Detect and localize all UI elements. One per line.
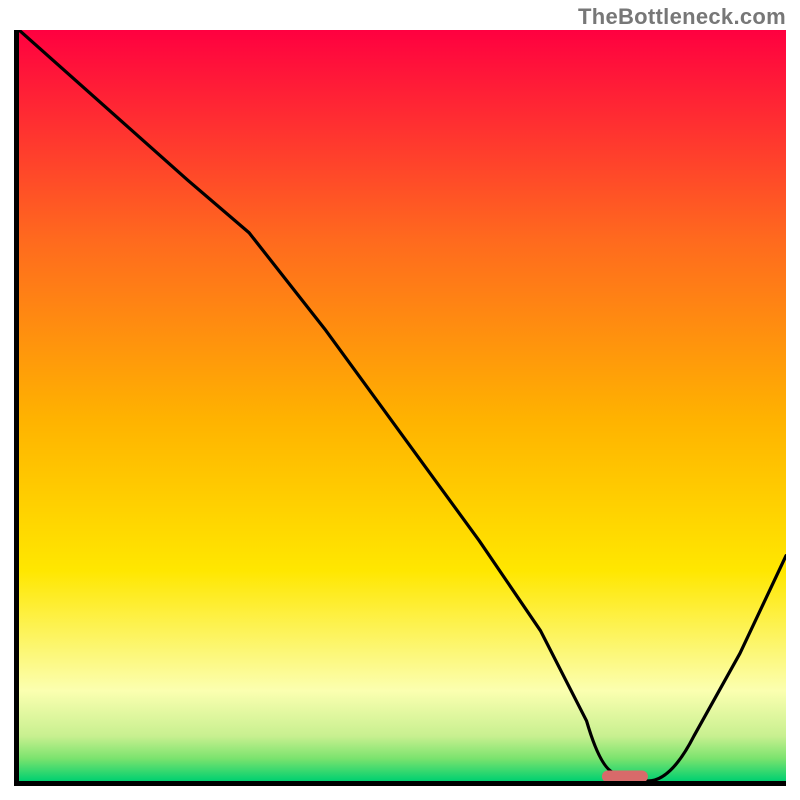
plot-axes (14, 30, 786, 786)
watermark-text: TheBottleneck.com (578, 4, 786, 30)
optimal-marker (602, 770, 648, 781)
chart-container: TheBottleneck.com (0, 0, 800, 800)
plot-area (19, 30, 786, 781)
gradient-background (19, 30, 786, 781)
plot-svg (19, 30, 786, 781)
